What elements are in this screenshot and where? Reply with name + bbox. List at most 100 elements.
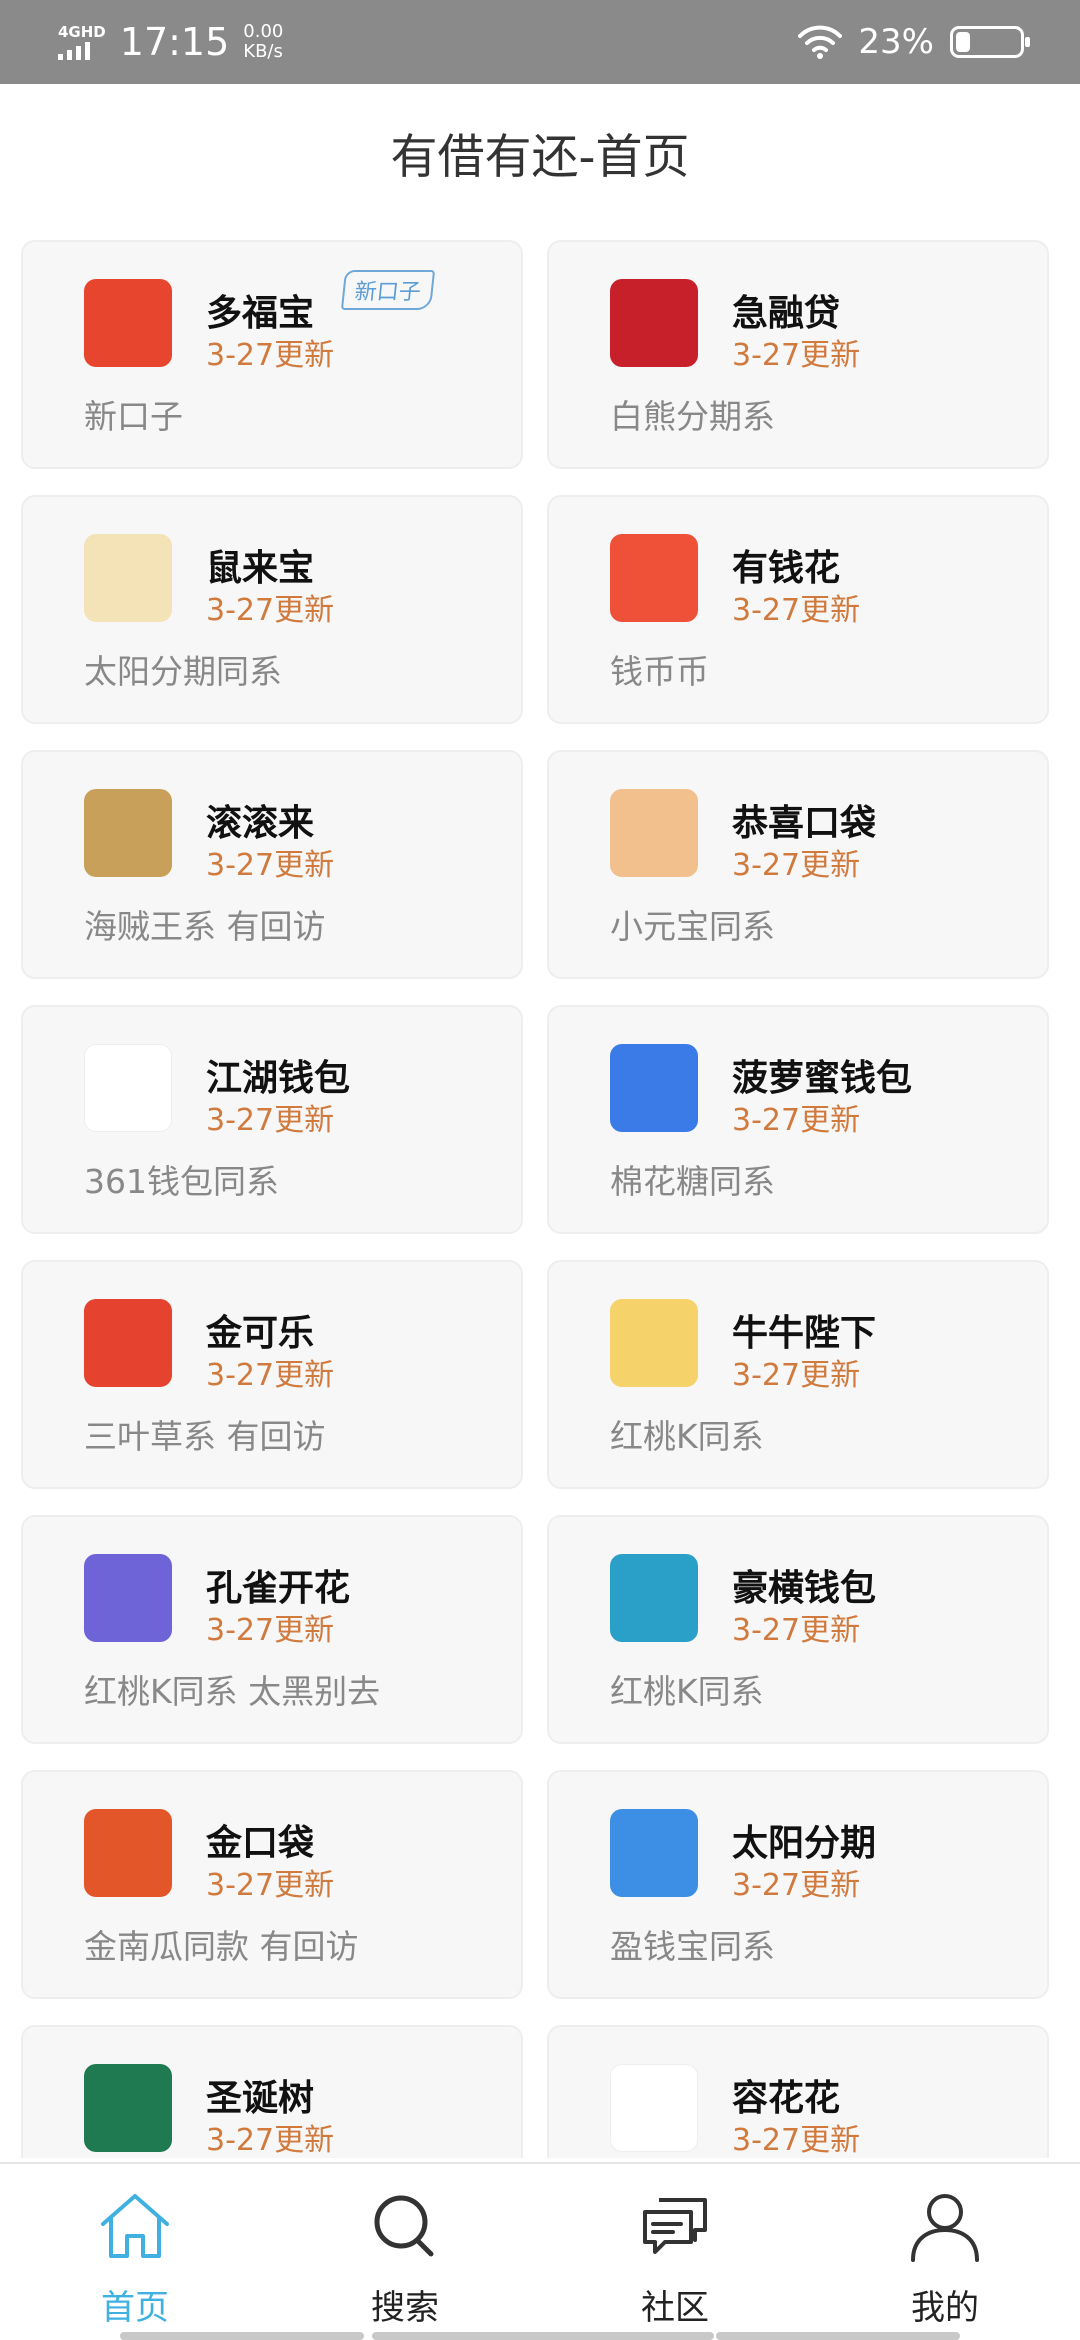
- gesture-bar: [120, 2332, 364, 2340]
- app-card[interactable]: 鼠来宝 3-27更新太阳分期同系: [21, 495, 523, 724]
- tab-label: 首页: [101, 2288, 169, 2328]
- app-description: 海贼王系 有回访: [84, 907, 326, 946]
- app-name: 江湖钱包: [206, 1058, 351, 1099]
- app-update-date: 3-27更新: [206, 1358, 335, 1393]
- new-badge: 新口子: [340, 270, 436, 310]
- app-card[interactable]: 多福宝 3-27更新 新口子 新口子: [21, 240, 523, 469]
- app-name: 多福宝: [206, 293, 315, 334]
- app-update-date: 3-27更新: [206, 848, 335, 883]
- wifi-icon: [798, 25, 843, 59]
- app-card[interactable]: 江湖钱包 3-27更新 361钱包同系: [21, 1005, 523, 1234]
- app-update-date: 3-27更新: [732, 593, 861, 628]
- gesture-bar: [716, 2332, 960, 2340]
- network-type: 4GHD: [58, 23, 106, 41]
- network-speed: 0.00 KB/s: [243, 21, 284, 62]
- tab-label: 搜索: [371, 2288, 439, 2328]
- app-name: 太阳分期: [732, 1823, 877, 1864]
- battery-percent: 23%: [858, 22, 934, 62]
- app-description: 361钱包同系: [84, 1162, 279, 1201]
- chat-bubbles-icon: [635, 2186, 715, 2270]
- bull-king-icon: [610, 1299, 698, 1387]
- tab-chat-bubbles[interactable]: 社区: [540, 2164, 810, 2340]
- app-update-date: 3-27更新: [732, 1103, 861, 1138]
- app-name: 菠萝蜜钱包: [732, 1058, 913, 1099]
- app-update-date: 3-27更新: [732, 2123, 861, 2158]
- christmas-tree-icon: [84, 2064, 172, 2152]
- app-description: 盈钱宝同系: [610, 1927, 775, 1966]
- tab-user[interactable]: 我的: [810, 2164, 1080, 2340]
- app-update-date: 3-27更新: [206, 1613, 335, 1648]
- gold-coin-loop-icon: [84, 789, 172, 877]
- app-grid: 多福宝 3-27更新 新口子 新口子 急融贷 3-27更新 白熊分期系 鼠来宝 3-27更新 太阳…: [21, 240, 1051, 2158]
- search-icon: [365, 2186, 445, 2270]
- page-title: 有借有还-首页: [390, 130, 690, 185]
- app-name: 有钱花: [732, 548, 841, 589]
- app-description: 太阳分期同系: [84, 652, 282, 691]
- orange-shield-icon: [84, 1809, 172, 1897]
- tab-search[interactable]: 搜索: [270, 2164, 540, 2340]
- cartoon-fortune-god-icon: [84, 279, 172, 367]
- app-update-date: 3-27更新: [732, 848, 861, 883]
- jackfruit-cartoon-icon: [610, 1044, 698, 1132]
- tab-label: 社区: [641, 2288, 709, 2328]
- signal-icon: 4GHD: [58, 24, 106, 60]
- clock: 17:15: [119, 20, 230, 64]
- app-name: 容花花: [732, 2078, 841, 2119]
- app-card[interactable]: 菠萝蜜钱包 3-27更新棉花糖同系: [547, 1005, 1049, 1234]
- app-description: 钱币币: [610, 652, 709, 691]
- app-description: 红桃K同系 太黑别去: [84, 1672, 381, 1711]
- app-update-date: 3-27更新: [732, 338, 861, 373]
- app-name: 孔雀开花: [206, 1568, 351, 1609]
- status-bar: 4GHD 17:15 0.00 KB/s 23%: [0, 0, 1080, 84]
- cola-cup-icon: [84, 1299, 172, 1387]
- red-envelope-icon: [610, 534, 698, 622]
- app-card[interactable]: 恭喜口袋 3-27更新小元宝同系: [547, 750, 1049, 979]
- app-card[interactable]: 有钱花 3-27更新 钱币币: [547, 495, 1049, 724]
- app-name: 鼠来宝: [206, 548, 315, 589]
- app-name: 急融贷: [732, 293, 841, 334]
- bottom-tab-bar: 首页 搜索 社区 我的: [0, 2162, 1080, 2340]
- gesture-bar: [372, 2332, 714, 2340]
- app-description: 棉花糖同系: [610, 1162, 775, 1201]
- app-card[interactable]: 急融贷 3-27更新 白熊分期系: [547, 240, 1049, 469]
- app-description: 三叶草系 有回访: [84, 1417, 326, 1456]
- app-update-date: 3-27更新: [206, 1103, 335, 1138]
- red-j-logo-icon: [610, 279, 698, 367]
- app-name: 圣诞树: [206, 2078, 315, 2119]
- app-name: 恭喜口袋: [732, 803, 877, 844]
- rich-man-cartoon-icon: [610, 1554, 698, 1642]
- app-update-date: 3-27更新: [206, 338, 335, 373]
- app-card[interactable]: 孔雀开花 3-27更新红桃K同系 太黑别去: [21, 1515, 523, 1744]
- app-description: 小元宝同系: [610, 907, 775, 946]
- app-name: 滚滚来: [206, 803, 315, 844]
- app-update-date: 3-27更新: [732, 1868, 861, 1903]
- home-icon: [95, 2186, 175, 2270]
- red-money-bag-icon: [610, 789, 698, 877]
- app-card[interactable]: 金口袋 3-27更新 金南瓜同款 有回访: [21, 1770, 523, 1999]
- app-card[interactable]: 豪横钱包 3-27更新 红桃K同系: [547, 1515, 1049, 1744]
- tab-label: 我的: [911, 2288, 979, 2328]
- app-description: 红桃K同系: [610, 1672, 764, 1711]
- pink-rose-icon: [610, 2064, 698, 2152]
- app-name: 牛牛陛下: [732, 1313, 877, 1354]
- app-description: 红桃K同系: [610, 1417, 764, 1456]
- app-update-date: 3-27更新: [206, 2123, 335, 2158]
- app-card[interactable]: 太阳分期 3-27更新盈钱宝同系: [547, 1770, 1049, 1999]
- gold-wallet-icon: [84, 1044, 172, 1132]
- user-icon: [905, 2186, 985, 2270]
- app-card[interactable]: 牛牛陛下 3-27更新红桃K同系: [547, 1260, 1049, 1489]
- battery-icon: [950, 26, 1030, 58]
- app-update-date: 3-27更新: [206, 593, 335, 628]
- peacock-icon: [84, 1554, 172, 1642]
- app-update-date: 3-27更新: [206, 1868, 335, 1903]
- app-card[interactable]: 容花花 3-27更新: [547, 2025, 1049, 2158]
- app-card[interactable]: 圣诞树 3-27更新: [21, 2025, 523, 2158]
- sun-wave-icon: [610, 1809, 698, 1897]
- tab-home[interactable]: 首页: [0, 2164, 270, 2340]
- mouse-gold-icon: [84, 534, 172, 622]
- app-card[interactable]: 滚滚来 3-27更新海贼王系 有回访: [21, 750, 523, 979]
- app-name: 豪横钱包: [732, 1568, 877, 1609]
- app-card[interactable]: 金可乐 3-27更新 三叶草系 有回访: [21, 1260, 523, 1489]
- app-description: 新口子: [84, 397, 183, 436]
- app-update-date: 3-27更新: [732, 1358, 861, 1393]
